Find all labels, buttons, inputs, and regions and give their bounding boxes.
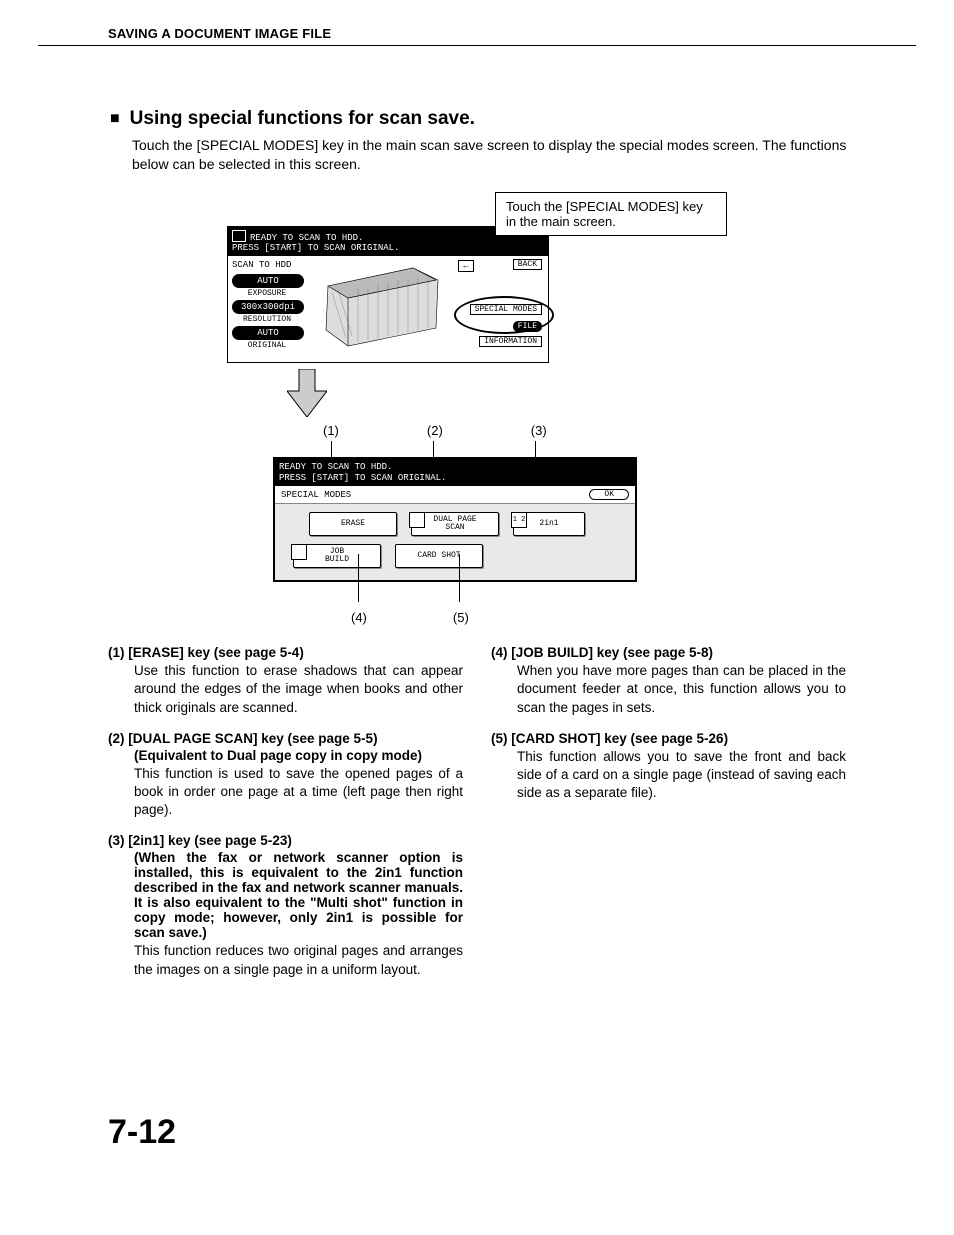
page-number: 7-12	[108, 1113, 916, 1152]
guide-3: (3)	[531, 423, 547, 438]
section-title: ■ Using special functions for scan save.	[110, 108, 916, 130]
status-icon	[232, 230, 246, 242]
back-arrow-icon[interactable]: ←	[458, 260, 474, 272]
desc-3-sub: (When the fax or network scanner option …	[134, 850, 463, 940]
section-intro: Touch the [SPECIAL MODES] key in the mai…	[132, 136, 872, 174]
card-shot-button[interactable]: CARD SHOT	[395, 544, 483, 568]
diagram: Touch the [SPECIAL MODES] key in the mai…	[227, 192, 727, 625]
bullet-square-icon: ■	[110, 110, 120, 127]
desc-2-sub: (Equivalent to Dual page copy in copy mo…	[134, 748, 463, 763]
guide-line	[358, 554, 359, 602]
guide-2: (2)	[427, 423, 443, 438]
guide-4: (4)	[351, 610, 367, 625]
status2-line1: READY TO SCAN TO HDD.	[279, 462, 392, 472]
desc-item-4: (4) [JOB BUILD] key (see page 5-8) When …	[491, 645, 846, 717]
dual-page-icon	[409, 512, 425, 528]
desc-item-3: (3) [2in1] key (see page 5-23) (When the…	[108, 833, 463, 978]
desc-2-body: This function is used to save the opened…	[134, 765, 463, 820]
flow-arrow-down	[287, 369, 327, 417]
desc-3-head: (3) [2in1] key (see page 5-23)	[108, 833, 463, 848]
guide-line	[459, 554, 460, 602]
descriptions: (1) [ERASE] key (see page 5-4) Use this …	[108, 645, 846, 993]
callout-tip: Touch the [SPECIAL MODES] key in the mai…	[495, 192, 727, 236]
guide-5: (5)	[453, 610, 469, 625]
desc-item-2: (2) [DUAL PAGE SCAN] key (see page 5-5) …	[108, 731, 463, 820]
back-button[interactable]: BACK	[513, 259, 542, 270]
exposure-value[interactable]: AUTO	[232, 274, 304, 288]
two-in-one-icon: 1 2	[511, 512, 527, 528]
original-label: ORIGINAL	[232, 341, 302, 350]
machine-illustration	[318, 258, 443, 348]
information-button[interactable]: INFORMATION	[479, 336, 542, 347]
status-line1: READY TO SCAN TO HDD.	[250, 233, 363, 243]
desc-4-head: (4) [JOB BUILD] key (see page 5-8)	[491, 645, 846, 660]
exposure-label: EXPOSURE	[232, 289, 302, 298]
resolution-label: RESOLUTION	[232, 315, 302, 324]
running-header: SAVING A DOCUMENT IMAGE FILE	[38, 26, 916, 46]
guide-1: (1)	[323, 423, 339, 438]
desc-1-head: (1) [ERASE] key (see page 5-4)	[108, 645, 463, 660]
status-bar-2: READY TO SCAN TO HDD. PRESS [START] TO S…	[275, 459, 635, 486]
desc-5-body: This function allows you to save the fro…	[517, 748, 846, 803]
desc-3-body: This function reduces two original pages…	[134, 942, 463, 978]
ok-button[interactable]: OK	[589, 489, 629, 500]
erase-button[interactable]: ERASE	[309, 512, 397, 536]
desc-item-1: (1) [ERASE] key (see page 5-4) Use this …	[108, 645, 463, 717]
screen-special-modes: READY TO SCAN TO HDD. PRESS [START] TO S…	[273, 457, 637, 582]
job-build-icon	[291, 544, 307, 560]
resolution-value[interactable]: 300x300dpi	[232, 300, 304, 314]
desc-item-5: (5) [CARD SHOT] key (see page 5-26) This…	[491, 731, 846, 803]
desc-2-head: (2) [DUAL PAGE SCAN] key (see page 5-5)	[108, 731, 463, 746]
original-value[interactable]: AUTO	[232, 326, 304, 340]
printer-icon	[318, 258, 443, 348]
section-title-text: Using special functions for scan save.	[130, 108, 475, 129]
screen-main: READY TO SCAN TO HDD. PRESS [START] TO S…	[227, 226, 549, 364]
desc-1-body: Use this function to erase shadows that …	[134, 662, 463, 717]
desc-4-body: When you have more pages than can be pla…	[517, 662, 846, 717]
desc-5-head: (5) [CARD SHOT] key (see page 5-26)	[491, 731, 846, 746]
status2-line2: PRESS [START] TO SCAN ORIGINAL.	[279, 473, 446, 483]
subtitle: SPECIAL MODES	[281, 490, 351, 500]
status-line2: PRESS [START] TO SCAN ORIGINAL.	[232, 243, 399, 253]
